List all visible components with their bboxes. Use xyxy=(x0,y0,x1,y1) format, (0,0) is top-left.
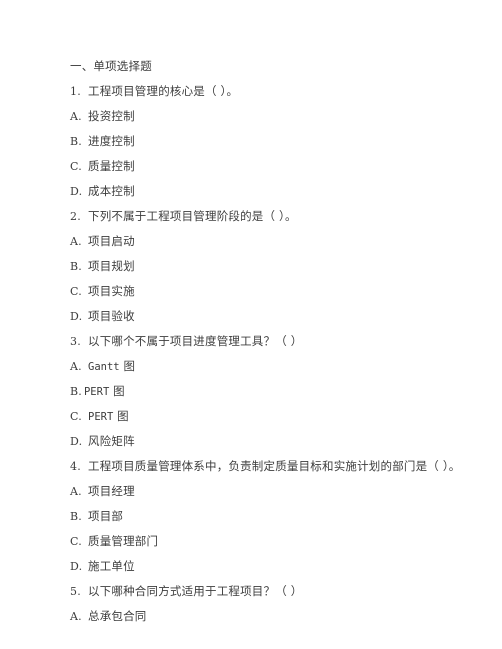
question-stem: 以下哪个不属于项目进度管理工具？（ ） xyxy=(88,334,303,348)
question-number: 1. xyxy=(70,85,81,98)
option-letter: A. xyxy=(70,485,82,498)
option-latin-term: PERT xyxy=(88,411,114,423)
option-line[interactable]: B. 项目部 xyxy=(70,504,478,529)
option-letter: A. xyxy=(70,110,82,123)
option-letter: B. xyxy=(70,135,82,148)
question-number: 4. xyxy=(70,460,81,473)
option-latin-term: PERT xyxy=(83,386,110,398)
question-stem: 工程项目管理的核心是（ ）。 xyxy=(88,84,239,98)
option-letter: A. xyxy=(70,610,82,623)
option-text: 项目启动 xyxy=(88,234,135,248)
option-text-tail: 图 xyxy=(109,384,125,398)
option-text: 风险矩阵 xyxy=(88,434,135,448)
question-line: 1. 工程项目管理的核心是（ ）。 xyxy=(70,79,478,104)
question-number: 3. xyxy=(70,335,81,348)
question-list: 1. 工程项目管理的核心是（ ）。 A. 投资控制 B. 进度控制 C. 质量控制 D. 成本控制… xyxy=(70,79,478,629)
option-text: 质量管理部门 xyxy=(88,534,159,548)
option-text-tail: 图 xyxy=(113,409,129,423)
option-letter: C. xyxy=(70,535,82,548)
option-line[interactable]: C. PERT 图 xyxy=(70,404,478,429)
option-letter: D. xyxy=(70,560,83,573)
exam-page: 一、单项选择题 1. 工程项目管理的核心是（ ）。 A. 投资控制 B. 进度控制 C. 质量… xyxy=(0,0,502,649)
question-line: 5. 以下哪种合同方式适用于工程项目？（ ） xyxy=(70,579,478,604)
option-letter: C. xyxy=(70,160,82,173)
option-text: PERT 图 xyxy=(84,384,125,398)
option-line[interactable]: B. 进度控制 xyxy=(70,129,478,154)
option-text: 项目部 xyxy=(88,509,124,523)
option-text: 进度控制 xyxy=(88,134,135,148)
option-text: 项目经理 xyxy=(88,484,135,498)
option-letter: D. xyxy=(70,310,83,323)
option-text: 投资控制 xyxy=(88,109,135,123)
option-text: 项目规划 xyxy=(88,259,135,273)
option-line[interactable]: C. 质量控制 xyxy=(70,154,478,179)
option-text: 质量控制 xyxy=(88,159,135,173)
question-stem: 工程项目质量管理体系中，负责制定质量目标和实施计划的部门是（ ）。 xyxy=(88,459,461,473)
option-letter: C. xyxy=(70,285,82,298)
option-letter: B. xyxy=(70,510,82,523)
option-line[interactable]: C. 质量管理部门 xyxy=(70,529,478,554)
option-letter: A. xyxy=(70,360,82,373)
option-letter: B. xyxy=(70,385,82,398)
option-line[interactable]: C. 项目实施 xyxy=(70,279,478,304)
option-text-tail: 图 xyxy=(119,359,136,373)
option-line[interactable]: D. 项目验收 xyxy=(70,304,478,329)
option-letter: A. xyxy=(70,235,82,248)
option-line[interactable]: A. 总承包合同 xyxy=(70,604,478,629)
option-letter: D. xyxy=(70,185,83,198)
option-text: Gantt 图 xyxy=(88,359,135,373)
option-text: 施工单位 xyxy=(88,559,135,573)
option-letter: C. xyxy=(70,410,82,423)
option-letter: D. xyxy=(70,435,83,448)
option-line[interactable]: A. Gantt 图 xyxy=(70,354,478,379)
option-letter: B. xyxy=(70,260,82,273)
option-line[interactable]: D. 成本控制 xyxy=(70,179,478,204)
option-line[interactable]: A. 投资控制 xyxy=(70,104,478,129)
option-latin-term: Gantt xyxy=(88,361,120,373)
question-line: 3. 以下哪个不属于项目进度管理工具？（ ） xyxy=(70,329,478,354)
option-text: PERT 图 xyxy=(88,409,129,423)
option-text: 项目实施 xyxy=(88,284,135,298)
question-stem: 以下哪种合同方式适用于工程项目？（ ） xyxy=(88,584,303,598)
option-line[interactable]: D. 施工单位 xyxy=(70,554,478,579)
option-line[interactable]: B. 项目规划 xyxy=(70,254,478,279)
question-line: 4. 工程项目质量管理体系中，负责制定质量目标和实施计划的部门是（ ）。 xyxy=(70,454,478,479)
question-stem: 下列不属于工程项目管理阶段的是（ ）。 xyxy=(88,209,297,223)
option-line[interactable]: A. 项目经理 xyxy=(70,479,478,504)
question-number: 2. xyxy=(70,210,81,223)
option-text: 总承包合同 xyxy=(88,609,147,623)
option-text: 成本控制 xyxy=(88,184,135,198)
option-text: 项目验收 xyxy=(88,309,135,323)
option-line[interactable]: D. 风险矩阵 xyxy=(70,429,478,454)
question-number: 5. xyxy=(70,585,81,598)
section-heading: 一、单项选择题 xyxy=(70,59,152,73)
option-line[interactable]: A. 项目启动 xyxy=(70,229,478,254)
option-line[interactable]: B. PERT 图 xyxy=(70,379,478,404)
question-line: 2. 下列不属于工程项目管理阶段的是（ ）。 xyxy=(70,204,478,229)
